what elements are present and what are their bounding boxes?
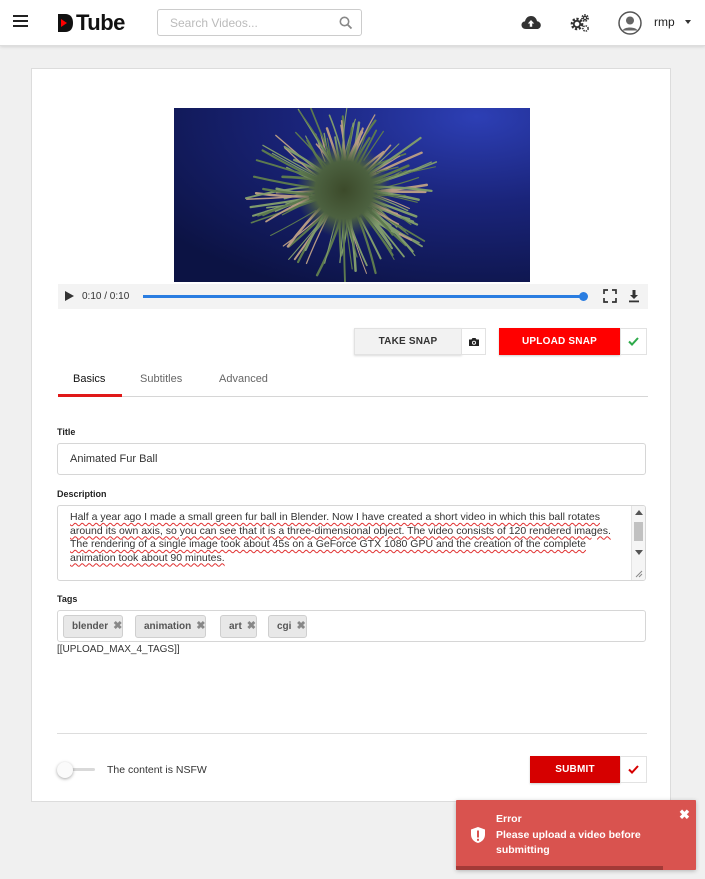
tab-subtitles[interactable]: Subtitles — [140, 373, 182, 385]
close-icon[interactable]: ✖ — [679, 807, 690, 823]
toast-title: Error — [496, 813, 522, 825]
submit-label: SUBMIT — [555, 764, 595, 775]
scroll-up-icon[interactable] — [635, 510, 643, 515]
tag-chip: animation ✖ — [135, 615, 207, 638]
remove-tag-icon[interactable]: ✖ — [113, 620, 122, 632]
textarea-scrollbar[interactable] — [631, 506, 645, 580]
submit-button[interactable]: SUBMIT — [530, 756, 620, 783]
remove-tag-icon[interactable]: ✖ — [296, 620, 305, 632]
account-icon[interactable] — [618, 11, 642, 35]
tag-chip: cgi ✖ — [268, 615, 307, 638]
tags-note: [[UPLOAD_MAX_4_TAGS]] — [57, 644, 180, 655]
title-label: Title — [57, 427, 76, 437]
logo[interactable]: Tube — [56, 10, 125, 36]
tag-chip: blender ✖ — [63, 615, 124, 638]
upload-snap-label: UPLOAD SNAP — [522, 336, 597, 347]
nsfw-toggle[interactable] — [57, 762, 95, 778]
camera-icon — [468, 337, 479, 346]
resize-handle-icon[interactable] — [635, 570, 643, 578]
submit-status — [620, 756, 647, 783]
video-frame — [174, 108, 530, 282]
tag-label: art — [229, 621, 242, 632]
tab-basics[interactable]: Basics — [73, 373, 105, 385]
tags-label: Tags — [57, 594, 78, 604]
time-display: 0:10 / 0:10 — [82, 291, 130, 302]
upload-cloud-icon[interactable] — [520, 12, 542, 34]
remove-tag-icon[interactable]: ✖ — [247, 620, 256, 632]
tab-advanced[interactable]: Advanced — [219, 373, 268, 385]
check-icon — [628, 765, 639, 774]
take-snap-button[interactable]: TAKE SNAP — [354, 328, 462, 355]
tag-chip: art ✖ — [220, 615, 258, 638]
settings-gears-icon[interactable] — [569, 12, 591, 34]
menu-icon[interactable] — [13, 15, 28, 28]
nsfw-label: The content is NSFW — [107, 764, 207, 776]
seek-fill — [143, 295, 583, 298]
seek-thumb[interactable] — [579, 292, 588, 301]
error-toast: Error Please upload a video before submi… — [456, 800, 696, 870]
video-controls: 0:10 / 0:10 — [58, 284, 648, 309]
search-input[interactable] — [158, 10, 328, 35]
logo-text: Tube — [76, 10, 125, 35]
play-icon[interactable] — [65, 291, 74, 301]
tag-label: blender — [72, 621, 109, 632]
username[interactable]: rmp — [654, 15, 675, 29]
toggle-knob[interactable] — [57, 762, 73, 778]
divider — [57, 733, 647, 734]
logo-mark-icon — [58, 14, 73, 32]
search-box — [157, 9, 362, 36]
upload-snap-button[interactable]: UPLOAD SNAP — [499, 328, 620, 355]
check-icon — [628, 337, 639, 346]
chevron-down-icon[interactable] — [685, 20, 691, 24]
tags-input[interactable]: blender ✖ animation ✖ art ✖ cgi ✖ — [57, 610, 646, 642]
fullscreen-icon[interactable] — [603, 289, 617, 303]
take-snap-label: TAKE SNAP — [378, 336, 438, 347]
scroll-thumb[interactable] — [634, 522, 643, 541]
seek-bar[interactable] — [143, 292, 588, 301]
toast-message: Please upload a video before submitting — [496, 829, 641, 856]
toast-timer-bar — [456, 866, 663, 870]
tag-label: animation — [144, 621, 192, 632]
tag-label: cgi — [277, 621, 292, 632]
upload-card: 0:10 / 0:10 TAKE SNAP UPLOAD SNAP Basics — [31, 68, 671, 802]
search-icon[interactable] — [339, 16, 353, 30]
scroll-down-icon[interactable] — [635, 550, 643, 555]
description-label: Description — [57, 489, 107, 499]
upload-snap-status — [620, 328, 647, 355]
shield-alert-icon — [471, 827, 485, 843]
active-tab-indicator — [58, 394, 122, 397]
camera-button[interactable] — [462, 328, 486, 355]
top-bar: Tube rmp — [0, 0, 705, 46]
title-input[interactable]: Animated Fur Ball — [57, 443, 646, 475]
description-text: Half a year ago I made a small green fur… — [70, 511, 611, 564]
description-textarea[interactable]: Half a year ago I made a small green fur… — [57, 505, 646, 581]
video-preview[interactable] — [174, 108, 530, 282]
download-icon[interactable] — [627, 289, 641, 303]
tab-bar: Basics Subtitles Advanced — [58, 368, 648, 397]
remove-tag-icon[interactable]: ✖ — [196, 620, 205, 632]
